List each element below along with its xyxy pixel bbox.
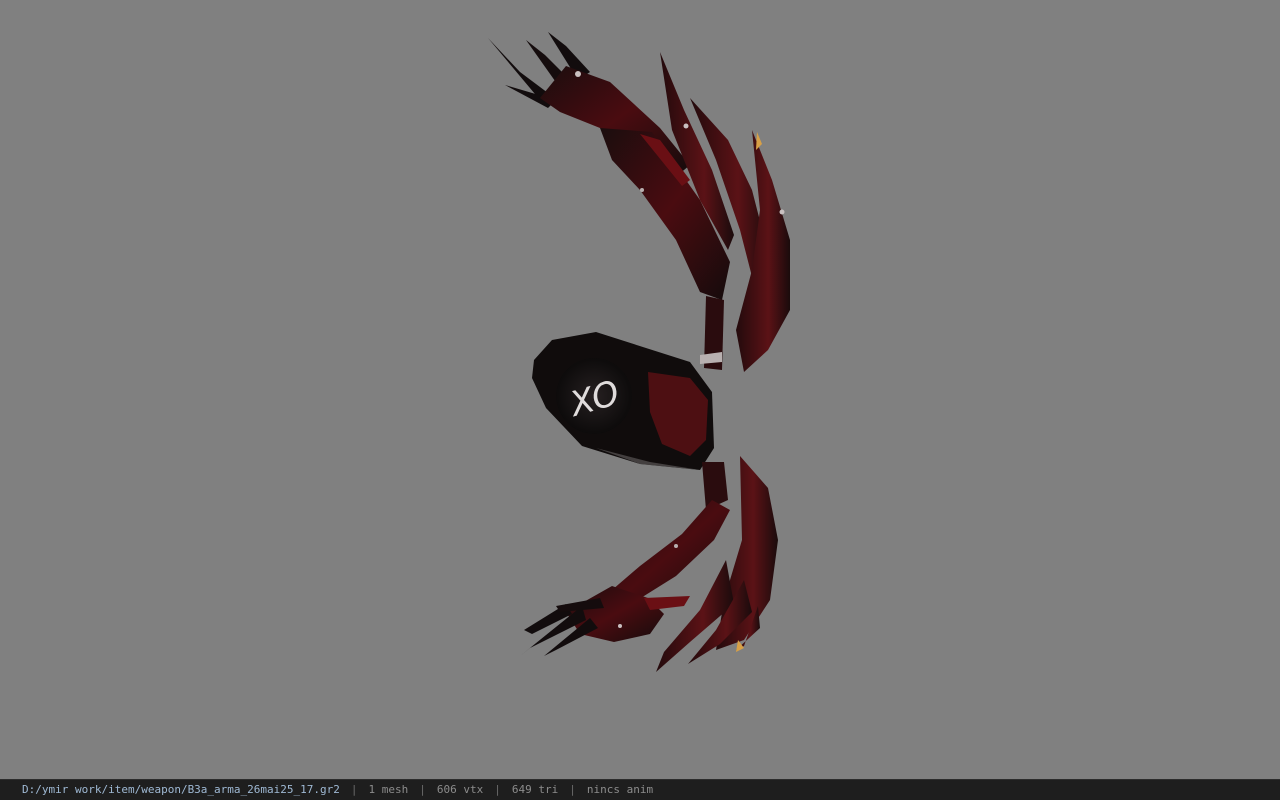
blade-edge [756,132,762,150]
shaft-ring [700,352,722,364]
upper-claw [488,32,790,372]
weapon-claw-model[interactable]: XO [0,0,1280,779]
highlight [640,188,644,192]
separator: | [350,783,358,796]
emblem-plate: XO [532,332,714,470]
separator: | [419,783,426,796]
mesh-count: 1 mesh [368,783,409,796]
3d-viewport[interactable]: XO [0,0,1280,779]
highlight [618,624,622,628]
separator: | [569,783,576,796]
animation-status: nincs anim [586,783,654,796]
highlight [575,71,581,77]
separator: | [494,783,501,796]
triangle-count: 649 tri [511,783,559,796]
blood-streak [644,596,690,610]
file-path: D:/ymir work/item/weapon/B3a_arma_26mai2… [22,783,340,796]
status-bar: D:/ymir work/item/weapon/B3a_arma_26mai2… [0,779,1280,800]
highlight [683,123,689,129]
lower-claw [520,456,778,672]
highlight [779,209,785,215]
blade [736,130,790,372]
vertex-count: 606 vtx [436,783,484,796]
highlight [674,544,678,548]
